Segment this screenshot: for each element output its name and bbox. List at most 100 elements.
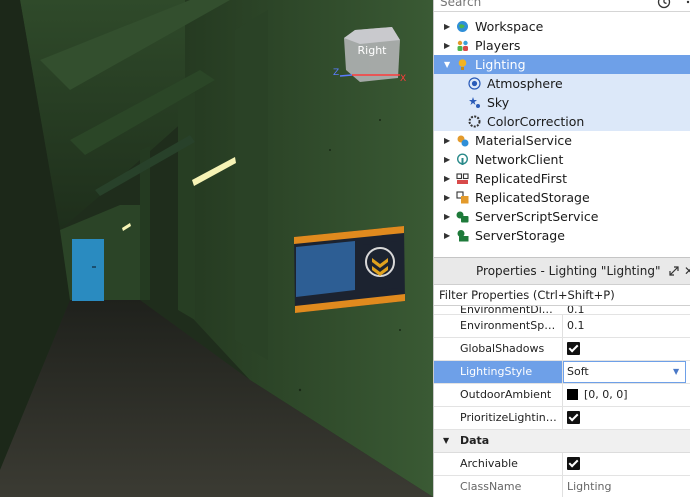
property-name: ClassName xyxy=(460,480,522,493)
explorer-tree: ▶ Workspace ▶ Players ▼ Lighting Atmosphere Sky… xyxy=(434,17,690,245)
chevron-right-icon[interactable]: ▶ xyxy=(444,226,452,245)
property-row-lightingstyle[interactable]: LightingStyle Soft ▼ xyxy=(434,361,690,384)
colorcorrection-icon xyxy=(468,115,481,128)
property-name: EnvironmentSpec... xyxy=(460,319,560,332)
column-divider xyxy=(562,476,563,497)
explorer-item-serverstorage[interactable]: ▶ ServerStorage xyxy=(434,226,690,245)
property-row-globalshadows[interactable]: GlobalShadows xyxy=(434,338,690,361)
column-divider xyxy=(562,407,563,429)
workspace-icon xyxy=(457,21,468,32)
explorer-item-sky[interactable]: Sky xyxy=(434,93,690,112)
property-row-outdoorambient[interactable]: OutdoorAmbient [0, 0, 0] xyxy=(434,384,690,407)
section-label: Data xyxy=(460,434,490,447)
property-value[interactable]: Soft xyxy=(567,361,589,383)
checkbox[interactable] xyxy=(567,457,580,470)
explorer-item-atmosphere[interactable]: Atmosphere xyxy=(434,74,690,93)
property-row-classname[interactable]: ClassName Lighting xyxy=(434,476,690,497)
chevron-right-icon[interactable]: ▶ xyxy=(444,207,452,226)
property-value[interactable]: 0.1 xyxy=(567,315,585,337)
property-value[interactable]: Lighting xyxy=(567,476,611,497)
explorer-item-label: Atmosphere xyxy=(487,76,563,91)
property-name: LightingStyle xyxy=(434,361,562,383)
players-icon xyxy=(457,40,468,51)
history-icon[interactable] xyxy=(657,0,671,9)
chevron-right-icon[interactable]: ▶ xyxy=(444,17,452,36)
explorer-item-label: Workspace xyxy=(475,19,544,34)
explorer-item-label: ReplicatedStorage xyxy=(475,190,590,205)
explorer-item-players[interactable]: ▶ Players xyxy=(434,36,690,55)
properties-list: EnvironmentSpec... 0.1 GlobalShadows Lighti… xyxy=(434,315,690,430)
explorer-item-label: Players xyxy=(475,38,521,53)
replicatedfirst-icon xyxy=(456,173,469,184)
replicatedstorage-icon xyxy=(456,191,469,204)
property-name: PrioritizeLighting... xyxy=(460,411,560,424)
explorer-item-materialservice[interactable]: ▶ MaterialService xyxy=(434,131,690,150)
column-divider xyxy=(562,338,563,360)
warning-sign xyxy=(294,226,405,313)
checkbox[interactable] xyxy=(567,342,580,355)
explorer-search-bar xyxy=(434,0,690,12)
property-value[interactable]: 0.1 xyxy=(567,306,585,314)
explorer-item-label: Sky xyxy=(487,95,510,110)
section-data[interactable]: ▼ Data xyxy=(434,430,690,453)
property-name: EnvironmentDiffuseScale xyxy=(460,306,560,314)
explorer-panel: ▶ Workspace ▶ Players ▼ Lighting Atmosphere Sky… xyxy=(433,0,690,257)
explorer-item-workspace[interactable]: ▶ Workspace xyxy=(434,17,690,36)
chevron-right-icon[interactable]: ▶ xyxy=(444,131,452,150)
close-icon[interactable]: ✕ xyxy=(684,258,690,284)
networkclient-icon xyxy=(456,153,469,165)
chevron-right-icon[interactable]: ▶ xyxy=(444,36,452,55)
scene-corridor xyxy=(0,0,433,497)
chevron-right-icon[interactable]: ▶ xyxy=(444,169,452,188)
property-value[interactable]: [0, 0, 0] xyxy=(584,384,628,406)
axis-x-label: X xyxy=(400,74,407,84)
explorer-item-lighting[interactable]: ▼ Lighting xyxy=(434,55,690,74)
explorer-item-label: MaterialService xyxy=(475,133,572,148)
properties-panel: Properties - Lighting "Lighting" ✕ Filte… xyxy=(433,257,690,497)
explorer-item-label: NetworkClient xyxy=(475,152,564,167)
explorer-item-replicatedfirst[interactable]: ▶ ReplicatedFirst xyxy=(434,169,690,188)
property-name: OutdoorAmbient xyxy=(460,388,552,401)
serverstorage-icon xyxy=(457,230,469,242)
properties-title: Properties - Lighting "Lighting" xyxy=(476,264,661,278)
viewcube-face-label[interactable]: Right xyxy=(352,44,392,57)
chevron-down-icon[interactable]: ▼ xyxy=(443,430,449,452)
checkbox[interactable] xyxy=(567,411,580,424)
column-divider xyxy=(562,453,563,475)
sky-icon xyxy=(469,97,480,108)
explorer-item-label: ServerScriptService xyxy=(475,209,599,224)
more-options-icon[interactable] xyxy=(684,0,690,9)
color-swatch[interactable] xyxy=(567,389,578,400)
chevron-right-icon[interactable]: ▶ xyxy=(444,150,452,169)
explorer-search-input[interactable] xyxy=(440,0,620,9)
lighting-icon xyxy=(458,59,467,70)
property-row-environmentdiffusescale[interactable]: EnvironmentDiffuseScale 0.1 xyxy=(434,306,690,315)
explorer-item-networkclient[interactable]: ▶ NetworkClient xyxy=(434,150,690,169)
property-name: Archivable xyxy=(460,457,518,470)
chevron-down-icon[interactable]: ▼ xyxy=(444,55,452,74)
explorer-item-serverscriptservice[interactable]: ▶ ServerScriptService xyxy=(434,207,690,226)
chevron-right-icon[interactable]: ▶ xyxy=(444,188,452,207)
property-row-environmentspec[interactable]: EnvironmentSpec... 0.1 xyxy=(434,315,690,338)
column-divider xyxy=(562,315,563,337)
property-name: GlobalShadows xyxy=(460,342,545,355)
serverscriptservice-icon xyxy=(456,211,469,223)
axis-z-label: Z xyxy=(333,68,340,78)
property-row-archivable[interactable]: Archivable xyxy=(434,453,690,476)
explorer-item-label: Lighting xyxy=(475,57,526,72)
materialservice-icon xyxy=(457,135,469,147)
expand-icon[interactable] xyxy=(669,266,679,276)
explorer-item-replicatedstorage[interactable]: ▶ ReplicatedStorage xyxy=(434,188,690,207)
filter-properties-input[interactable]: Filter Properties (Ctrl+Shift+P) xyxy=(434,285,690,306)
explorer-item-label: ColorCorrection xyxy=(487,114,585,129)
explorer-item-colorcorrection[interactable]: ColorCorrection xyxy=(434,112,690,131)
explorer-item-label: ServerStorage xyxy=(475,228,565,243)
property-row-prioritizelighting[interactable]: PrioritizeLighting... xyxy=(434,407,690,430)
column-divider xyxy=(562,384,563,406)
viewport-3d[interactable]: Right Z X xyxy=(0,0,433,497)
properties-title-bar: Properties - Lighting "Lighting" ✕ xyxy=(434,257,690,285)
atmosphere-icon xyxy=(468,77,481,90)
data-properties-list: Archivable ClassName Lighting xyxy=(434,453,690,497)
explorer-item-label: ReplicatedFirst xyxy=(475,171,568,186)
chevron-down-icon[interactable]: ▼ xyxy=(673,361,679,383)
